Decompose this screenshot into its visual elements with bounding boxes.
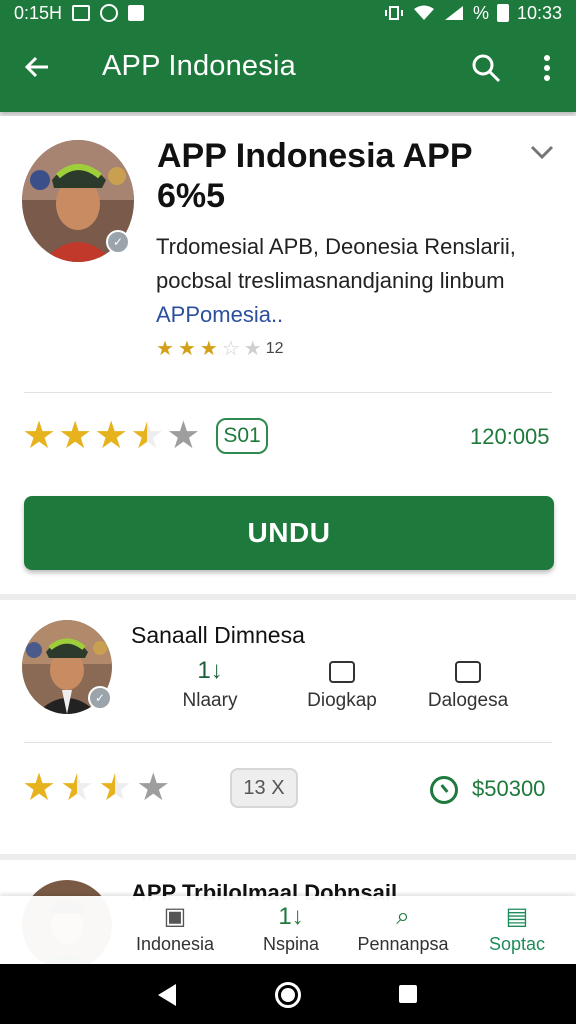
- star-empty-icon: ★: [166, 415, 201, 457]
- document-icon: ▤: [505, 903, 529, 930]
- verified-badge-icon: ✓: [106, 230, 130, 254]
- stat-label: Dalogesa: [427, 690, 509, 711]
- nav-label: Pennanpsa: [357, 934, 449, 954]
- image-icon: [72, 5, 91, 21]
- description-more-link[interactable]: APPomesia..: [156, 298, 556, 332]
- app-description: Trdomesial APB, Deonesia Renslarii, pocb…: [156, 230, 556, 332]
- clock-icon: [430, 776, 458, 804]
- search-icon[interactable]: [470, 52, 502, 84]
- wifi-icon: [413, 5, 434, 20]
- system-recents-icon[interactable]: [399, 985, 417, 1003]
- star-icon: ★: [156, 338, 174, 360]
- star-outline-icon: ☆: [221, 338, 240, 360]
- app-bar-title: APP Indonesia: [102, 50, 296, 82]
- stat-value: 1↓: [197, 657, 223, 684]
- bottom-navigation: ▣ Indonesia 1↓ Nspina ⌕ Pennanpsa ▤ Sopt…: [0, 896, 576, 964]
- star-icon: ★: [58, 415, 93, 457]
- status-time-right: 10:33: [516, 2, 562, 23]
- status-time-left: 0:15H: [14, 2, 63, 23]
- system-navigation-bar: [0, 964, 576, 1024]
- developer-rating-stars[interactable]: ★ ★ ★ ★: [22, 768, 170, 808]
- mini-rating-count: 12: [265, 339, 284, 357]
- signal-icon: [444, 6, 463, 20]
- divider: [24, 742, 552, 743]
- developer-card: ✓ Sanaall Dimnesa 1↓ Nlaary Diogkap Dalo…: [0, 600, 576, 854]
- more-options-icon[interactable]: [538, 52, 556, 84]
- app-detail-card: ✓ APP Indonesia APP 6%5 Trdomesial APB, …: [0, 116, 576, 594]
- description-line: Trdomesial APB, Deonesia Renslarii,: [156, 234, 516, 259]
- description-line: pocbsal treslimasnandjaning linbum: [156, 268, 505, 293]
- nav-label: Indonesia: [135, 934, 215, 954]
- stat-content: Dalogesa: [408, 654, 528, 712]
- list-box-icon: [455, 660, 481, 683]
- chevron-down-icon[interactable]: [528, 142, 556, 162]
- developer-name[interactable]: Sanaall Dimnesa: [131, 622, 305, 649]
- sort-icon: 1↓: [278, 903, 304, 930]
- developer-badge-icon: ✓: [88, 686, 112, 710]
- stat-downloads: 1↓ Nlaary: [150, 654, 270, 712]
- notification-icon: [128, 5, 145, 21]
- nav-label: Soptac: [488, 934, 546, 954]
- star-icon: ★: [22, 415, 57, 457]
- search-icon: ⌕: [396, 903, 410, 930]
- app-rating-stars[interactable]: ★ ★ ★ ★ ★: [22, 416, 200, 456]
- star-icon: ★: [94, 415, 129, 457]
- system-back-icon[interactable]: [158, 984, 176, 1006]
- divider: [24, 392, 552, 393]
- nav-item-indonesia[interactable]: ▣ Indonesia: [110, 902, 240, 955]
- status-bar: 0:15H % 10:33: [0, 0, 576, 26]
- nav-label: Nspina: [262, 934, 320, 954]
- star-empty-icon: ★: [136, 767, 171, 809]
- stat-label: Diogkap: [307, 690, 377, 711]
- download-count: 120:005: [470, 424, 550, 449]
- category-icon: [329, 660, 355, 683]
- install-button[interactable]: UNDU: [24, 496, 554, 570]
- app-title: APP Indonesia APP 6%5: [157, 137, 472, 215]
- nav-item-nspina[interactable]: 1↓ Nspina: [226, 902, 356, 955]
- star-half-icon: ★: [98, 767, 133, 809]
- system-home-icon[interactable]: [275, 982, 301, 1008]
- sync-icon: [100, 4, 119, 22]
- nav-item-pennanpsa[interactable]: ⌕ Pennanpsa: [338, 902, 468, 955]
- vibrate-icon: [384, 6, 403, 20]
- stat-category: Diogkap: [282, 654, 402, 712]
- nav-item-soptac[interactable]: ▤ Soptac: [452, 902, 576, 955]
- building-icon: ▣: [163, 903, 187, 930]
- price-label: $50300: [472, 776, 546, 801]
- count-pill[interactable]: 13 X: [230, 768, 298, 808]
- star-half-icon: ★: [130, 415, 165, 457]
- mini-rating: ★ ★ ★ ☆ ★ 12: [156, 336, 283, 361]
- version-pill[interactable]: S01: [216, 418, 268, 454]
- star-outline-icon: ★: [243, 338, 262, 360]
- battery-percent: %: [472, 2, 489, 23]
- back-arrow-icon[interactable]: [22, 52, 52, 82]
- app-bar: APP Indonesia: [0, 26, 576, 112]
- star-icon: ★: [22, 767, 57, 809]
- star-half-icon: ★: [199, 338, 218, 360]
- star-half-icon: ★: [60, 767, 95, 809]
- battery-icon: [496, 4, 509, 22]
- stat-label: Nlaary: [182, 690, 238, 711]
- star-icon: ★: [177, 338, 196, 360]
